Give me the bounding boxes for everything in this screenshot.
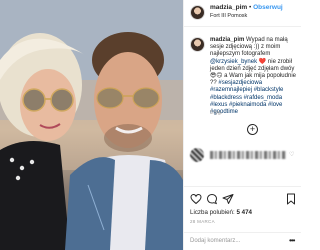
comment-input[interactable]: Dodaj komentarz... [190, 238, 240, 244]
woman-dress [0, 141, 70, 250]
post-panel: madzia_pim • Obserwuj Fort III Pomosk ma… [183, 0, 301, 250]
post-photo[interactable] [0, 0, 183, 250]
time-ago: 5 tyg. [210, 110, 223, 116]
dress-stud [15, 175, 21, 181]
heart-icon[interactable] [190, 193, 202, 205]
dress-stud [29, 159, 35, 165]
separator-dot: • [249, 4, 252, 11]
likes-count[interactable]: Liczba polubień: 5 474 [190, 209, 252, 216]
post-caption: madzia_pim Wypad na małą sesje zdjęciową… [210, 37, 298, 116]
load-more-comments-button[interactable]: + [247, 124, 258, 135]
dress-stud [9, 157, 15, 163]
caption-avatar[interactable] [190, 37, 205, 52]
man-jacket-left [65, 157, 115, 250]
comment-bubble-icon[interactable] [206, 193, 218, 205]
location-link[interactable]: Fort III Pomosk [210, 13, 247, 19]
blurred-comment-text [210, 151, 286, 159]
more-options-icon[interactable]: ••• [289, 236, 295, 245]
dress-stud [19, 165, 25, 171]
username-link[interactable]: madzia_pim [210, 4, 247, 11]
follow-button[interactable]: Obserwuj [253, 4, 283, 11]
caption-username[interactable]: madzia_pim [210, 37, 244, 43]
woman-sunglasses-right [50, 88, 74, 112]
man-beard [104, 124, 152, 152]
likes-label: Liczba polubień: [190, 209, 235, 216]
man-sunglasses-left [96, 87, 124, 109]
post-date: 28 MARCA [190, 219, 215, 224]
bookmark-icon[interactable] [285, 193, 297, 205]
paper-plane-icon[interactable] [222, 193, 234, 205]
blurred-avatar [190, 148, 204, 162]
blurred-comment: ♡ [190, 148, 298, 162]
caption-mention[interactable]: @krzysiek_bynek [210, 59, 257, 65]
man-jacket-right [145, 160, 183, 250]
header-username-row: madzia_pim • Obserwuj [210, 4, 283, 11]
selfie-illustration [0, 0, 183, 250]
add-comment-bar: Dodaj komentarz... ••• [184, 232, 301, 250]
man-sunglasses-right [132, 87, 160, 109]
avatar[interactable] [190, 5, 205, 20]
woman-sunglasses-left [22, 88, 46, 112]
comment-like-icon[interactable]: ♡ [289, 151, 294, 158]
likes-number: 5 474 [236, 209, 252, 216]
post-header: madzia_pim • Obserwuj Fort III Pomosk [184, 0, 301, 27]
